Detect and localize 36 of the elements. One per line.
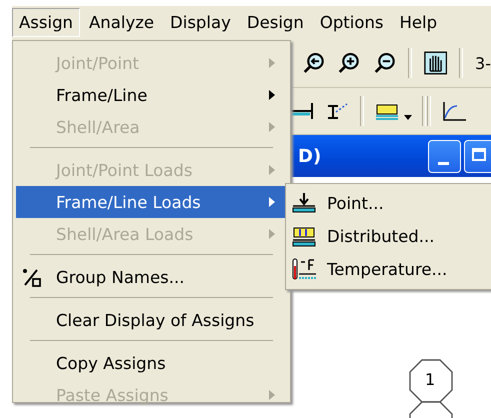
point-load-icon (291, 192, 317, 216)
submenu-arrow-icon (269, 390, 275, 400)
menu-item[interactable]: Copy Assigns (16, 347, 287, 379)
menu-bar-item[interactable]: Help (392, 8, 444, 37)
minimize-button[interactable] (428, 140, 461, 172)
joint-label: 1 (425, 370, 436, 389)
distributed-load-icon (291, 224, 317, 248)
menu-bar-item[interactable]: Design (240, 8, 311, 37)
menu-item[interactable]: Group Names... (16, 261, 287, 293)
zoom-in-icon[interactable] (337, 51, 361, 75)
menu-item[interactable]: Frame/Line Loads (16, 186, 287, 218)
submenu-arrow-icon (269, 58, 275, 68)
menu-item[interactable]: Frame/Line (16, 79, 287, 111)
menu-item[interactable]: Clear Display of Assigns (16, 304, 287, 336)
view-label: 3- (475, 54, 491, 72)
menu-bar-item[interactable]: Analyze (82, 8, 162, 37)
hand-icon[interactable] (424, 51, 448, 75)
maximize-button[interactable] (464, 140, 491, 172)
caret-icon[interactable] (404, 114, 412, 120)
zoom-out-icon[interactable] (372, 51, 396, 75)
window-title: D) (298, 146, 322, 166)
graph-icon[interactable] (441, 99, 467, 123)
menu-bar-item[interactable]: Display (163, 8, 238, 37)
group-icon (22, 268, 42, 288)
submenu-arrow-icon (269, 122, 275, 132)
zoom-previous-icon[interactable] (302, 51, 326, 75)
menu-bar-item[interactable]: Options (312, 8, 390, 37)
thermometer-icon (291, 258, 317, 282)
submenu-arrow-icon (269, 197, 275, 207)
submenu-arrow-icon (269, 165, 275, 175)
menu-item[interactable]: Point... (286, 187, 491, 220)
submenu-arrow-icon (269, 90, 275, 100)
menu-item[interactable]: Temperature... (286, 253, 491, 286)
menu-bar-item[interactable]: Assign (12, 8, 80, 37)
submenu-arrow-icon (269, 229, 275, 239)
menu-item[interactable]: Distributed... (286, 220, 491, 253)
